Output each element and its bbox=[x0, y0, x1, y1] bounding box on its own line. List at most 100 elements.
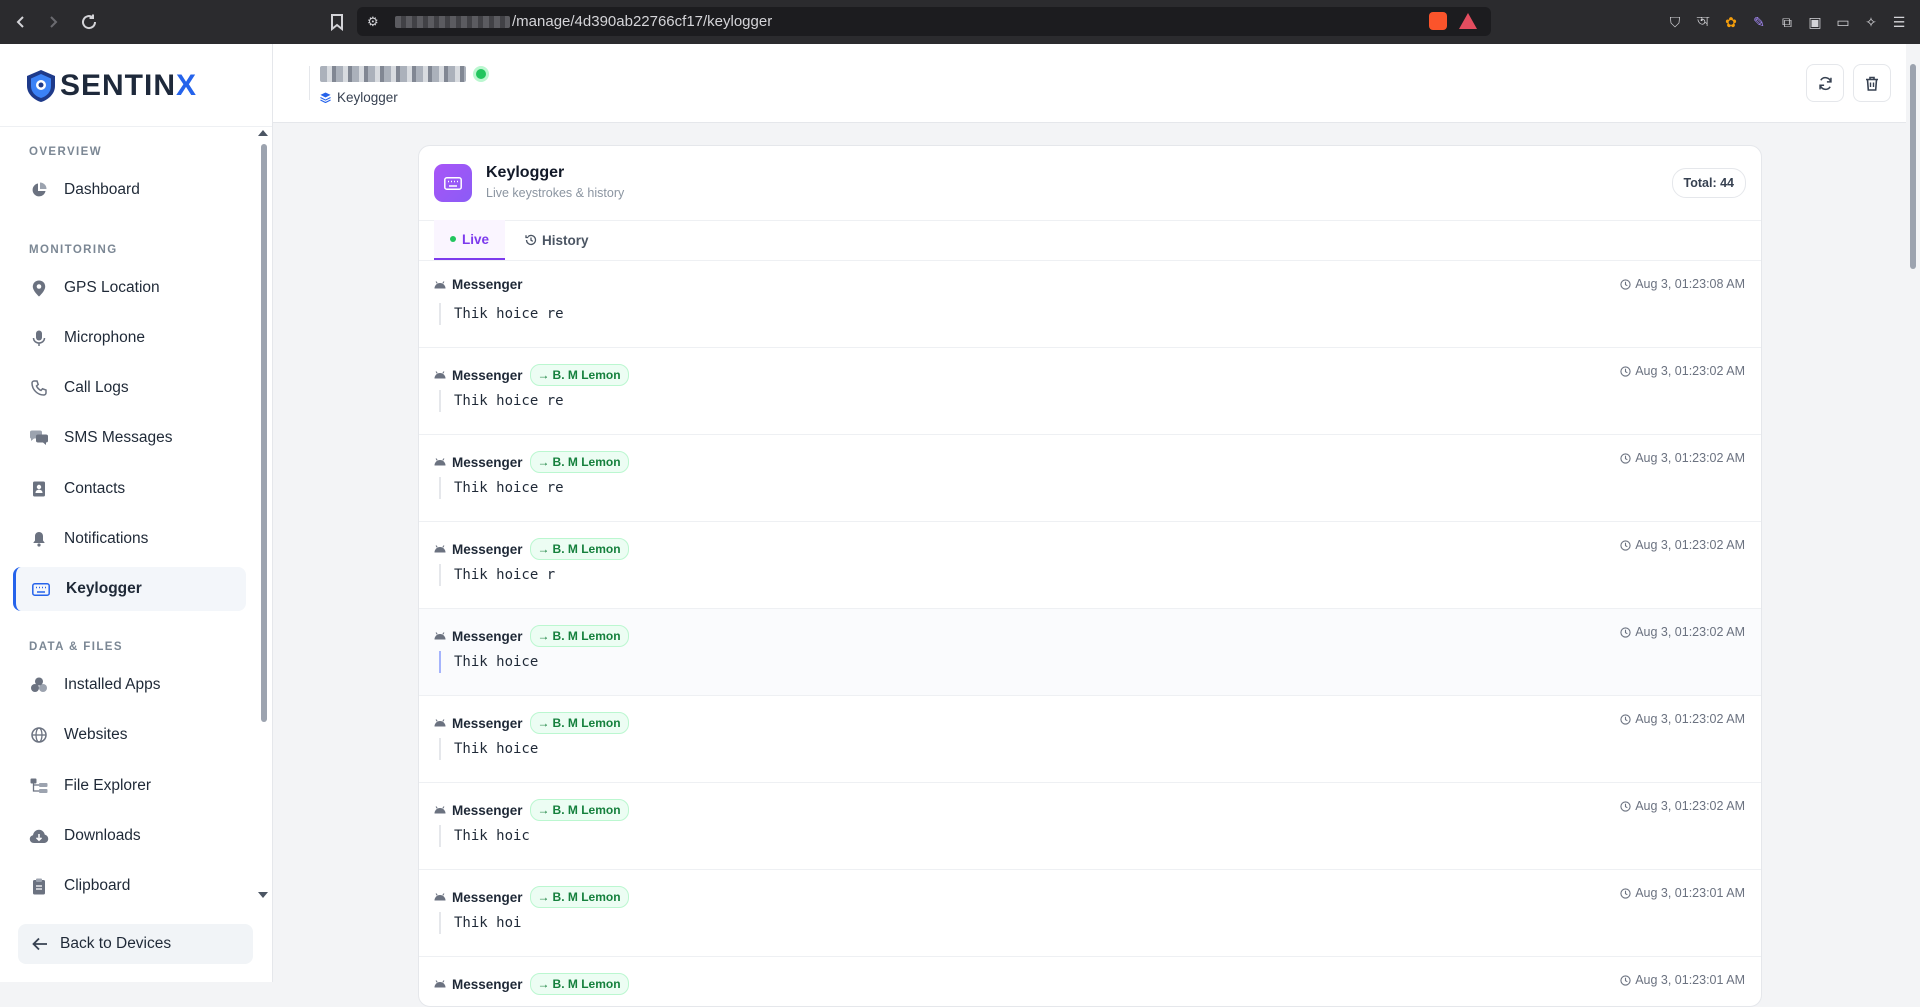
sidebar-item-microphone[interactable]: Microphone bbox=[14, 316, 244, 360]
contact-badge: → B. M Lemon bbox=[529, 625, 629, 647]
back-arrow-icon[interactable] bbox=[8, 9, 34, 35]
sidebar-item-call-logs[interactable]: Call Logs bbox=[14, 366, 244, 410]
contact-badge: → B. M Lemon bbox=[529, 364, 629, 386]
feather-extension-icon[interactable]: ✎ bbox=[1748, 11, 1770, 33]
sidebar-toggle-icon[interactable]: ▣ bbox=[1804, 11, 1826, 33]
device-name-blurred bbox=[320, 66, 466, 82]
refresh-button[interactable] bbox=[1806, 64, 1844, 102]
keystroke-entry[interactable]: Messenger → B. M Lemon Aug 3, 01:23:02 AM… bbox=[419, 696, 1761, 783]
url-path: /manage/4d390ab22766cf17/keylogger bbox=[512, 13, 773, 30]
keystroke-entry[interactable]: Messenger → B. M Lemon Aug 3, 01:23:02 AM… bbox=[419, 348, 1761, 435]
live-dot-icon bbox=[449, 236, 456, 242]
trash-icon bbox=[1866, 76, 1878, 91]
tab-history[interactable]: History bbox=[525, 220, 589, 260]
apps-icon bbox=[28, 674, 50, 696]
menu-icon[interactable]: ☰ bbox=[1888, 11, 1910, 33]
timestamp: Aug 3, 01:23:02 AM bbox=[1635, 538, 1745, 552]
card-title: Keylogger bbox=[486, 164, 565, 181]
sidebar-item-contacts[interactable]: Contacts bbox=[14, 467, 244, 511]
keystroke-entry[interactable]: Messenger Aug 3, 01:23:08 AM Thik hoice … bbox=[419, 261, 1761, 348]
app-name: Messenger bbox=[452, 628, 523, 644]
reload-icon[interactable] bbox=[76, 9, 102, 35]
keystroke-entry[interactable]: Messenger → B. M Lemon Aug 3, 01:23:01 AM… bbox=[419, 870, 1761, 957]
keystroke-list[interactable]: Messenger Aug 3, 01:23:08 AM Thik hoice … bbox=[419, 261, 1761, 1006]
chat-bubbles-icon bbox=[28, 427, 50, 449]
sidebar-item-websites[interactable]: Websites bbox=[14, 713, 244, 757]
refresh-icon bbox=[1818, 76, 1832, 90]
sidebar-scrollbar-thumb[interactable] bbox=[261, 144, 267, 722]
sidebar-scroll-down-arrow[interactable] bbox=[258, 892, 268, 898]
keystroke-entry[interactable]: Messenger → B. M Lemon Aug 3, 01:23:02 AM… bbox=[419, 522, 1761, 609]
arrow-right-icon: → bbox=[537, 803, 550, 817]
arrow-right-icon: → bbox=[537, 368, 550, 382]
android-icon bbox=[434, 806, 446, 814]
sidebar-item-notifications[interactable]: Notifications bbox=[14, 517, 244, 561]
contact-name: B. M Lemon bbox=[552, 455, 621, 469]
android-icon bbox=[434, 371, 446, 379]
sidebar-scroll-up-arrow[interactable] bbox=[258, 130, 268, 136]
android-icon bbox=[434, 893, 446, 901]
arrow-right-icon: → bbox=[537, 890, 550, 904]
sidebar-nav[interactable]: OVERVIEW Dashboard MONITORING GPS Locati… bbox=[0, 134, 272, 946]
keystroke-text: Thik hoice r bbox=[439, 564, 555, 586]
back-to-devices-button[interactable]: Back to Devices bbox=[18, 924, 253, 964]
sidebar-item-gps-location[interactable]: GPS Location bbox=[14, 266, 244, 310]
device-header: Keylogger bbox=[273, 44, 1906, 123]
sidebar-item-label: File Explorer bbox=[64, 777, 151, 794]
app-name: Messenger bbox=[452, 541, 523, 557]
sidebar-item-installed-apps[interactable]: Installed Apps bbox=[14, 663, 244, 707]
keystroke-entry[interactable]: Messenger → B. M Lemon Aug 3, 01:23:02 AM… bbox=[419, 435, 1761, 522]
sidebar-item-label: Keylogger bbox=[66, 580, 142, 597]
leo-ai-icon[interactable]: ✧ bbox=[1860, 11, 1882, 33]
keystroke-entry[interactable]: Messenger → B. M Lemon Aug 3, 01:23:02 AM… bbox=[419, 609, 1761, 696]
bookmark-icon[interactable] bbox=[324, 9, 350, 35]
keystroke-text: Thik hoice re bbox=[439, 477, 564, 499]
sidebar-item-keylogger[interactable]: Keylogger bbox=[13, 567, 246, 611]
arrow-right-icon: → bbox=[537, 629, 550, 643]
sidebar-item-label: Downloads bbox=[64, 827, 141, 844]
sidebar-item-label: GPS Location bbox=[64, 279, 160, 296]
sidebar-item-clipboard[interactable]: Clipboard bbox=[14, 864, 244, 908]
arrow-right-icon: → bbox=[537, 977, 550, 991]
brave-rewards-icon[interactable] bbox=[1459, 13, 1477, 29]
sidebar-item-sms-messages[interactable]: SMS Messages bbox=[14, 416, 244, 460]
extensions-puzzle-icon[interactable]: ⧉ bbox=[1776, 11, 1798, 33]
forward-arrow-icon[interactable] bbox=[40, 9, 66, 35]
arrow-right-icon: → bbox=[537, 716, 550, 730]
page-scrollbar[interactable] bbox=[1906, 44, 1920, 982]
page-scrollbar-thumb[interactable] bbox=[1910, 64, 1916, 269]
app-name: Messenger bbox=[452, 976, 523, 992]
sidebar-item-downloads[interactable]: Downloads bbox=[14, 814, 244, 858]
cookie-extension-icon[interactable]: ✿ bbox=[1720, 11, 1742, 33]
globe-icon bbox=[28, 724, 50, 746]
address-bar[interactable]: ⚙ /manage/4d390ab22766cf17/keylogger bbox=[357, 7, 1491, 36]
keystroke-text: Thik hoice re bbox=[439, 303, 564, 325]
android-icon bbox=[434, 719, 446, 727]
contact-name: B. M Lemon bbox=[552, 977, 621, 991]
delete-button[interactable] bbox=[1853, 64, 1891, 102]
wallet-icon[interactable]: ▭ bbox=[1832, 11, 1854, 33]
bell-icon bbox=[28, 528, 50, 550]
shield-extension-icon[interactable]: ⛉ bbox=[1664, 11, 1686, 33]
arrow-left-icon bbox=[32, 937, 48, 951]
sidebar-item-dashboard[interactable]: Dashboard bbox=[14, 168, 244, 212]
contact-badge: → B. M Lemon bbox=[529, 799, 629, 821]
brand-logo[interactable]: SENTINX bbox=[24, 68, 197, 104]
blurred-host bbox=[395, 16, 510, 29]
card-subtitle: Live keystrokes & history bbox=[486, 186, 625, 200]
sidebar-item-label: Dashboard bbox=[64, 181, 140, 198]
site-info-icon[interactable]: ⚙ bbox=[367, 14, 379, 30]
timestamp: Aug 3, 01:23:08 AM bbox=[1635, 277, 1745, 291]
brave-shield-icon[interactable] bbox=[1429, 12, 1447, 30]
main-content: Keylogger Keylogger Live keystrokes & hi… bbox=[273, 44, 1906, 1007]
keystroke-entry[interactable]: Messenger → B. M Lemon Aug 3, 01:23:02 AM… bbox=[419, 783, 1761, 870]
language-extension-icon[interactable]: অ bbox=[1692, 11, 1714, 33]
section-label-monitoring: MONITORING bbox=[29, 244, 118, 256]
keystroke-entry[interactable]: Messenger → B. M Lemon Aug 3, 01:23:01 AM bbox=[419, 957, 1761, 1006]
sidebar-item-label: Contacts bbox=[64, 480, 126, 497]
tab-live[interactable]: Live bbox=[434, 220, 505, 260]
sidebar-item-file-explorer[interactable]: File Explorer bbox=[14, 764, 244, 808]
address-book-icon bbox=[28, 478, 50, 500]
brand-name: SENTIN bbox=[60, 69, 177, 102]
clipboard-icon bbox=[28, 875, 50, 897]
